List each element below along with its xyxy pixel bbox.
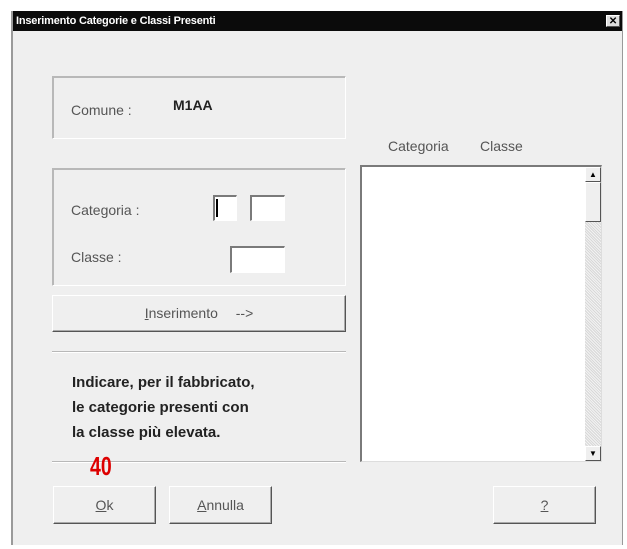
classe-label: Classe : — [71, 249, 122, 265]
info-text: Indicare, per il fabbricato, le categori… — [72, 370, 255, 445]
scroll-thumb[interactable] — [585, 182, 601, 222]
comune-group: Comune : M1AA — [52, 76, 346, 139]
window-title: Inserimento Categorie e Classi Presenti — [16, 15, 216, 27]
ok-button[interactable]: Ok — [53, 486, 156, 524]
comune-value: M1AA — [173, 97, 213, 113]
help-button[interactable]: ? — [493, 486, 596, 524]
dialog-window: Inserimento Categorie e Classi Presenti … — [11, 11, 623, 545]
title-bar[interactable]: Inserimento Categorie e Classi Presenti … — [13, 11, 622, 31]
info-line-2: le categorie presenti con — [72, 399, 249, 416]
list-header-categoria: Categoria — [388, 138, 449, 154]
info-line-3: la classe più elevata. — [72, 424, 221, 441]
comune-label: Comune : — [71, 102, 132, 118]
text-cursor — [216, 199, 218, 217]
annulla-button[interactable]: Annulla — [169, 486, 272, 524]
classe-field[interactable] — [230, 246, 285, 273]
categoria-classe-group: Categoria : Classe : — [52, 168, 346, 286]
separator-top — [52, 351, 346, 353]
close-icon[interactable]: ✕ — [606, 15, 620, 27]
categoria-field-1[interactable] — [213, 195, 237, 221]
scroll-down-icon[interactable]: ▼ — [585, 446, 601, 461]
categoria-label: Categoria : — [71, 202, 140, 218]
help-icon: ? — [540, 497, 549, 513]
arrow-right-icon: --> — [235, 305, 254, 321]
inserimento-button[interactable]: Inserimento --> — [52, 295, 346, 332]
annotation-badge: 40 — [90, 451, 112, 481]
info-line-1: Indicare, per il fabbricato, — [72, 374, 255, 391]
scroll-up-icon[interactable]: ▲ — [585, 167, 601, 182]
ok-access-key: O — [95, 497, 107, 513]
annulla-label: nnulla — [206, 497, 244, 513]
ok-label: k — [106, 497, 114, 513]
inserimento-label: nserimento — [148, 305, 218, 321]
list-header-classe: Classe — [480, 138, 523, 154]
vertical-scrollbar[interactable]: ▲ ▼ — [585, 167, 601, 461]
categoria-field-2[interactable] — [250, 195, 285, 221]
categorie-classi-list[interactable]: ▲ ▼ — [360, 165, 602, 462]
